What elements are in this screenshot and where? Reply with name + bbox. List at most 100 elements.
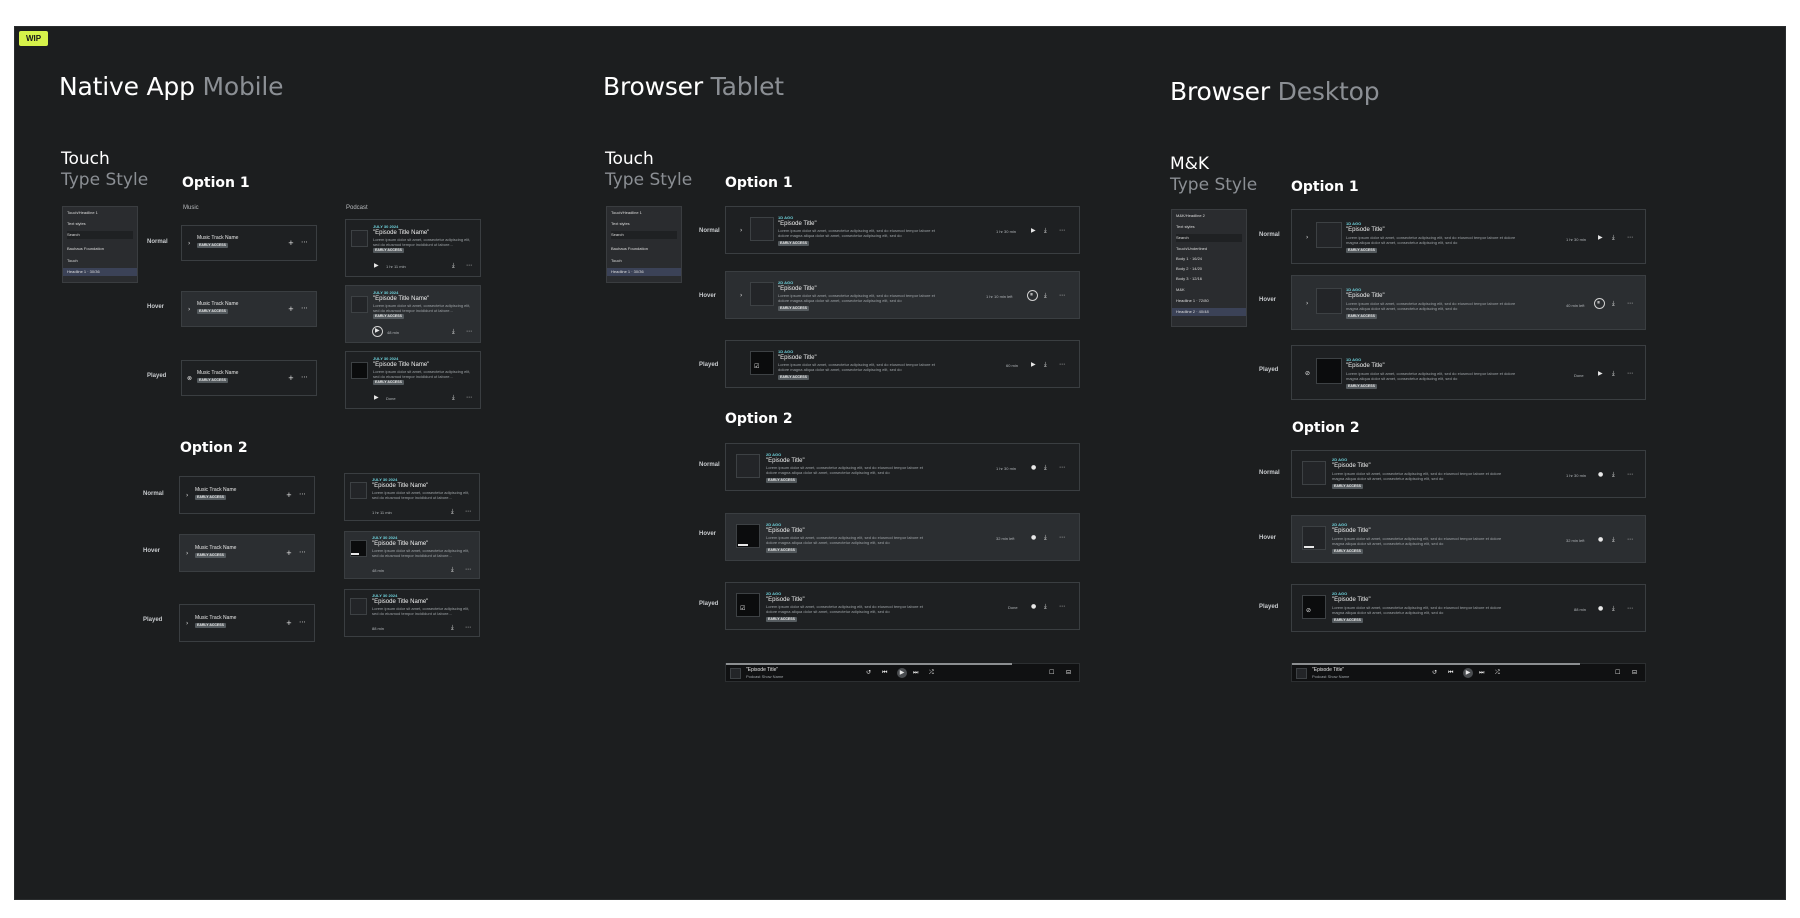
panel-body-1[interactable]: Body 1 · 16/24	[1176, 255, 1242, 263]
mini-player[interactable]: "Episode Title" Podcast Show Name ↺ ⏮ ▶ …	[725, 663, 1080, 682]
more-icon[interactable]: ⋯	[301, 238, 308, 246]
episode-row[interactable]: › 1D AGO "Episode Title" Lorem ipsum dol…	[1291, 275, 1646, 330]
more-icon[interactable]: ⋯	[466, 394, 472, 402]
panel-text-styles[interactable]: Text styles	[67, 220, 133, 228]
play-icon[interactable]: ●	[1031, 603, 1036, 611]
play-icon[interactable]: ●	[1031, 534, 1036, 542]
podcast-episode-card[interactable]: JULY 30 2024 "Episode Title Name" Lorem …	[345, 219, 481, 277]
pause-icon[interactable]: ⏸	[1597, 299, 1600, 307]
download-icon[interactable]: ⤓	[1612, 605, 1615, 613]
episode-row[interactable]: ☑ 2D AGO "Episode Title" Lorem ipsum dol…	[725, 582, 1080, 630]
podcast-episode-card[interactable]: JULY 30 2024 "Episode Title Name" Lorem …	[344, 473, 480, 521]
more-icon[interactable]: ⋯	[1059, 227, 1065, 235]
more-icon[interactable]: ⋯	[1059, 603, 1065, 611]
more-icon[interactable]: ⋯	[299, 618, 306, 626]
more-icon[interactable]: ⋯	[465, 508, 471, 516]
panel-search[interactable]: Search	[1176, 234, 1242, 242]
download-icon[interactable]: ⤓	[1612, 536, 1615, 544]
episode-row[interactable]: 2D AGO "Episode Title" Lorem ipsum dolor…	[1291, 450, 1646, 498]
more-icon[interactable]: ⋯	[1627, 234, 1633, 242]
more-icon[interactable]: ⋯	[299, 548, 306, 556]
download-icon[interactable]: ⤓	[452, 394, 455, 402]
panel-selected-style[interactable]: Headline 1 · 30/36	[607, 268, 681, 276]
play-icon[interactable]: ●	[1598, 605, 1603, 613]
plus-icon[interactable]: +	[288, 305, 294, 313]
plus-icon[interactable]: +	[286, 491, 292, 499]
download-icon[interactable]: ⤓	[1044, 361, 1047, 369]
more-icon[interactable]: ⋯	[465, 624, 471, 632]
download-icon[interactable]: ⤓	[1612, 300, 1615, 308]
download-icon[interactable]: ⤓	[451, 508, 454, 516]
download-icon[interactable]: ⤓	[451, 624, 454, 632]
plus-icon[interactable]: +	[286, 549, 292, 557]
episode-row[interactable]: › 1D AGO "Episode Title" Lorem ipsum dol…	[1291, 209, 1646, 264]
podcast-episode-card[interactable]: JULY 30 2024 "Episode Title Name" Lorem …	[345, 285, 481, 343]
more-icon[interactable]: ⋯	[1059, 361, 1065, 369]
panel-headline-1[interactable]: Headline 1 · 72/80	[1176, 297, 1242, 305]
more-icon[interactable]: ⋯	[1627, 536, 1633, 544]
shuffle-icon[interactable]: ⤮	[1495, 669, 1500, 677]
music-track-card[interactable]: › Music Track Name EARLY ACCESS + ⋯	[179, 604, 315, 642]
expand-icon[interactable]: ⊟	[1066, 669, 1071, 677]
episode-row[interactable]: 2D AGO "Episode Title" Lorem ipsum dolor…	[725, 513, 1080, 561]
mini-player[interactable]: "Episode Title" Podcast Show Name ↺ ⏮ ▶ …	[1291, 663, 1646, 682]
plus-icon[interactable]: +	[286, 619, 292, 627]
play-icon[interactable]: ▶	[374, 394, 379, 402]
play-icon[interactable]: ▶	[375, 327, 380, 335]
podcast-episode-card[interactable]: JULY 30 2024 "Episode Title Name" Lorem …	[345, 351, 481, 409]
panel-body-2[interactable]: Body 2 · 14/20	[1176, 265, 1242, 273]
music-track-card[interactable]: › Music Track Name EARLY ACCESS + ⋯	[179, 476, 315, 514]
download-icon[interactable]: ⤓	[451, 566, 454, 574]
episode-row[interactable]: › 2D AGO "Episode Title" Lorem ipsum dol…	[725, 271, 1080, 319]
download-icon[interactable]: ⤓	[1612, 471, 1615, 479]
download-icon[interactable]: ⤓	[1612, 370, 1615, 378]
download-icon[interactable]: ⤓	[1044, 603, 1047, 611]
play-icon[interactable]: ●	[1598, 536, 1603, 544]
podcast-episode-card[interactable]: JULY 30 2024 "Episode Title Name" Lorem …	[344, 589, 480, 637]
play-icon[interactable]: ▶	[374, 262, 379, 270]
more-icon[interactable]: ⋯	[1627, 370, 1633, 378]
panel-search[interactable]: Search	[611, 231, 677, 239]
music-track-card[interactable]: ⊗ Music Track Name EARLY ACCESS + ⋯	[181, 360, 317, 396]
more-icon[interactable]: ⋯	[465, 566, 471, 574]
music-track-card[interactable]: › Music Track Name EARLY ACCESS + ⋯	[179, 534, 315, 572]
player-progress[interactable]	[726, 663, 1012, 665]
pause-icon[interactable]: ⏸	[1030, 291, 1033, 299]
panel-text-styles[interactable]: Text styles	[611, 220, 677, 228]
panel-text-styles[interactable]: Text styles	[1176, 223, 1242, 231]
panel-selected-style[interactable]: Headline 1 · 30/36	[63, 268, 137, 276]
next-icon[interactable]: ⏭	[1479, 669, 1484, 677]
more-icon[interactable]: ⋯	[1059, 292, 1065, 300]
panel-body-3[interactable]: Body 3 · 12/16	[1176, 275, 1242, 283]
play-icon[interactable]: ▶	[1598, 234, 1603, 242]
previous-icon[interactable]: ⏮	[1448, 669, 1453, 677]
more-icon[interactable]: ⋯	[1627, 471, 1633, 479]
download-icon[interactable]: ⤓	[1044, 227, 1047, 235]
player-progress[interactable]	[1292, 663, 1580, 665]
more-icon[interactable]: ⋯	[466, 328, 472, 336]
shuffle-icon[interactable]: ⤮	[929, 669, 934, 677]
more-icon[interactable]: ⋯	[1059, 534, 1065, 542]
more-icon[interactable]: ⋯	[1059, 464, 1065, 472]
replay-icon[interactable]: ↺	[1432, 669, 1437, 677]
download-icon[interactable]: ⤓	[1044, 292, 1047, 300]
play-icon[interactable]: ▶	[897, 668, 907, 678]
play-icon[interactable]: ▶	[1598, 370, 1603, 378]
expand-icon[interactable]: ⊟	[1632, 669, 1637, 677]
podcast-episode-card[interactable]: JULY 30 2024 "Episode Title Name" Lorem …	[344, 531, 480, 579]
queue-icon[interactable]: ☐	[1615, 669, 1620, 677]
episode-row[interactable]: ⊘ 2D AGO "Episode Title" Lorem ipsum dol…	[1291, 584, 1646, 632]
queue-icon[interactable]: ☐	[1049, 669, 1054, 677]
music-track-card[interactable]: › Music Track Name EARLY ACCESS + ⋯	[181, 225, 317, 261]
more-icon[interactable]: ⋯	[1627, 605, 1633, 613]
plus-icon[interactable]: +	[288, 374, 294, 382]
previous-icon[interactable]: ⏮	[882, 669, 887, 677]
music-track-card[interactable]: › Music Track Name EARLY ACCESS + ⋯	[181, 291, 317, 327]
more-icon[interactable]: ⋯	[301, 373, 308, 381]
play-icon[interactable]: ●	[1031, 464, 1036, 472]
episode-row[interactable]: ☑ 1D AGO "Episode Title" Lorem ipsum dol…	[725, 340, 1080, 388]
play-icon[interactable]: ▶	[1463, 668, 1473, 678]
download-icon[interactable]: ⤓	[452, 262, 455, 270]
episode-row[interactable]: 2D AGO "Episode Title" Lorem ipsum dolor…	[725, 443, 1080, 491]
episode-row[interactable]: ⊘ 1D AGO "Episode Title" Lorem ipsum dol…	[1291, 345, 1646, 400]
